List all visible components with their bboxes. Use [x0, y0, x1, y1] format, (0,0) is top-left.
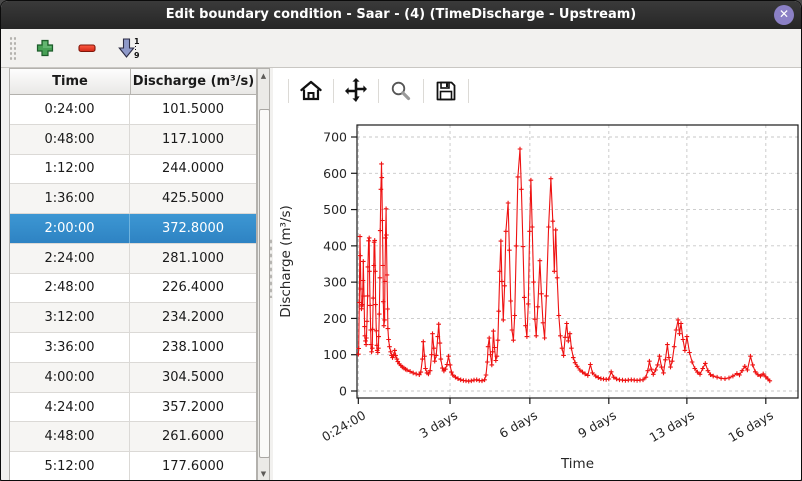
x-tick-label: 3 days [417, 407, 460, 441]
table-row[interactable]: 2:24:00281.1000 [10, 244, 256, 274]
time-cell[interactable]: 3:12:00 [10, 303, 130, 332]
y-tick-label: 600 [323, 166, 347, 181]
time-cell[interactable]: 2:24:00 [10, 244, 130, 273]
table-row[interactable]: 5:12:00177.6000 [10, 452, 256, 480]
svg-text:9: 9 [134, 51, 140, 60]
discharge-cell[interactable]: 372.8000 [130, 214, 256, 243]
column-header-discharge[interactable]: Discharge (m³/s) [131, 69, 256, 94]
y-tick-label: 200 [323, 311, 347, 326]
discharge-cell[interactable]: 226.4000 [130, 274, 256, 303]
toolbar-drag-handle[interactable] [9, 35, 16, 61]
scroll-down-button[interactable]: ▼ [258, 467, 269, 480]
home-icon [299, 79, 323, 103]
x-tick-label: 13 days [647, 407, 697, 445]
time-cell[interactable]: 1:12:00 [10, 155, 130, 184]
x-axis-label: Time [560, 456, 594, 472]
pan-button[interactable] [341, 76, 371, 106]
table-row[interactable]: 0:24:00101.5000 [10, 95, 256, 125]
remove-row-button[interactable] [72, 34, 102, 62]
y-tick-label: 100 [323, 347, 347, 362]
sort-ascending-button[interactable]: 1 9 [114, 34, 144, 62]
table-row[interactable]: 1:36:00425.5000 [10, 184, 256, 214]
discharge-cell[interactable]: 244.0000 [130, 155, 256, 184]
chart-toolbar [281, 74, 476, 108]
toolbar-separator [288, 79, 289, 103]
discharge-cell[interactable]: 101.5000 [130, 95, 256, 124]
titlebar[interactable]: Edit boundary condition - Saar - (4) (Ti… [1, 1, 801, 29]
home-button[interactable] [296, 76, 326, 106]
chart-panel: 0 100 200 300 400 500 600 700 0:24:00 3 days 6 day… [273, 68, 801, 480]
window-title: Edit boundary condition - Saar - (4) (Ti… [1, 1, 801, 29]
magnifier-icon [389, 79, 413, 103]
discharge-chart: 0 100 200 300 400 500 600 700 0:24:00 3 days 6 day… [273, 68, 802, 480]
discharge-cell[interactable]: 357.2000 [130, 393, 256, 422]
discharge-cell[interactable]: 425.5000 [130, 184, 256, 213]
x-tick-label: 16 days [726, 407, 776, 445]
discharge-cell[interactable]: 234.2000 [130, 303, 256, 332]
zoom-button[interactable] [386, 76, 416, 106]
table-row[interactable]: 2:00:00372.8000 [10, 214, 256, 244]
time-cell[interactable]: 2:00:00 [10, 214, 130, 243]
toolbar-separator [378, 79, 379, 103]
save-icon [434, 79, 458, 103]
y-tick-label: 500 [323, 202, 347, 217]
discharge-cell[interactable]: 261.6000 [130, 422, 256, 451]
scroll-up-button[interactable]: ▲ [258, 69, 269, 82]
y-tick-label: 700 [323, 130, 347, 145]
time-cell[interactable]: 5:12:00 [10, 452, 130, 480]
edit-boundary-condition-window: Edit boundary condition - Saar - (4) (Ti… [0, 0, 802, 481]
table-header: Time Discharge (m³/s) [10, 69, 256, 95]
table-row[interactable]: 1:12:00244.0000 [10, 155, 256, 185]
x-tick-label: 0:24:00 [319, 407, 368, 444]
toolbar-separator [333, 79, 334, 103]
svg-text:1: 1 [134, 37, 140, 46]
table-row[interactable]: 4:00:00304.5000 [10, 363, 256, 393]
table-body: 0:24:00101.50000:48:00117.10001:12:00244… [10, 95, 256, 480]
x-tick-label: 6 days [496, 407, 539, 441]
time-cell[interactable]: 3:36:00 [10, 333, 130, 362]
discharge-line [358, 149, 769, 381]
close-button[interactable]: ✕ [774, 5, 794, 25]
sort-ascending-icon: 1 9 [117, 36, 141, 60]
move-icon [343, 78, 369, 104]
time-cell[interactable]: 0:24:00 [10, 95, 130, 124]
time-cell[interactable]: 2:48:00 [10, 274, 130, 303]
table-row[interactable]: 3:12:00234.2000 [10, 303, 256, 333]
time-cell[interactable]: 0:48:00 [10, 125, 130, 154]
table-row[interactable]: 3:36:00238.1000 [10, 333, 256, 363]
discharge-cell[interactable]: 117.1000 [130, 125, 256, 154]
column-header-time[interactable]: Time [10, 69, 131, 94]
add-row-button[interactable] [30, 34, 60, 62]
table-row[interactable]: 4:48:00261.6000 [10, 422, 256, 452]
plus-markers [356, 147, 772, 384]
toolbar-separator [468, 79, 469, 103]
y-axis-label: Discharge (m³/s) [278, 205, 294, 318]
x-tick-label: 9 days [575, 407, 618, 441]
table-row[interactable]: 0:48:00117.1000 [10, 125, 256, 155]
y-tick-label: 300 [323, 275, 347, 290]
plus-icon [35, 38, 55, 58]
save-button[interactable] [431, 76, 461, 106]
discharge-cell[interactable]: 304.5000 [130, 363, 256, 392]
discharge-cell[interactable]: 238.1000 [130, 333, 256, 362]
main-toolbar: 1 9 [1, 29, 801, 68]
time-cell[interactable]: 4:48:00 [10, 422, 130, 451]
minus-icon [77, 38, 97, 58]
discharge-cell[interactable]: 281.1000 [130, 244, 256, 273]
y-tick-label: 0 [339, 384, 347, 399]
time-cell[interactable]: 4:24:00 [10, 393, 130, 422]
time-cell[interactable]: 4:00:00 [10, 363, 130, 392]
toolbar-separator [423, 79, 424, 103]
table-row[interactable]: 4:24:00357.2000 [10, 393, 256, 423]
time-discharge-table[interactable]: Time Discharge (m³/s) 0:24:00101.50000:4… [9, 68, 257, 480]
y-tick-label: 400 [323, 238, 347, 253]
table-panel: Time Discharge (m³/s) 0:24:00101.50000:4… [1, 68, 273, 480]
discharge-cell[interactable]: 177.6000 [130, 452, 256, 480]
content-area: Time Discharge (m³/s) 0:24:00101.50000:4… [1, 68, 801, 480]
table-row[interactable]: 2:48:00226.4000 [10, 274, 256, 304]
time-cell[interactable]: 1:36:00 [10, 184, 130, 213]
